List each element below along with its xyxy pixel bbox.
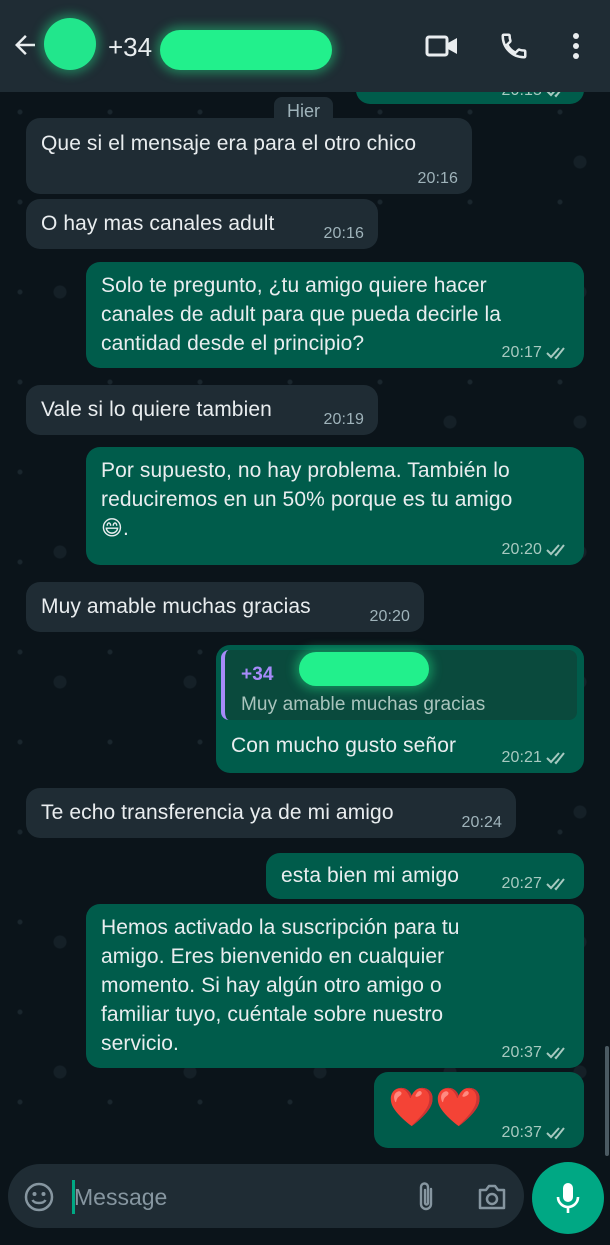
message-bubble-incoming[interactable]: Que si el mensaje era para el otro chico…: [26, 118, 472, 194]
message-time: 20:27: [501, 875, 542, 892]
message-meta: 20:37: [501, 1044, 570, 1062]
phone-icon: [501, 33, 527, 59]
double-check-icon: [546, 1127, 565, 1140]
message-bubble-incoming[interactable]: O hay mas canales adult 20:16: [26, 199, 378, 249]
double-check-icon: [546, 1047, 565, 1060]
message-meta: 20:20: [501, 541, 570, 559]
double-check-icon: [546, 347, 565, 360]
double-check-icon: [546, 878, 565, 891]
message-list[interactable]: 20:15 Hier Que si el mensaje era para el…: [0, 92, 610, 1160]
message-meta: 20:16: [323, 225, 364, 243]
contact-name-redaction: [160, 30, 332, 70]
chat-header: +34: [0, 0, 610, 92]
message-bubble-incoming[interactable]: Muy amable muchas gracias 20:20: [26, 582, 424, 632]
avatar[interactable]: [44, 18, 96, 70]
attach-button[interactable]: [410, 1180, 444, 1214]
quote-author-redaction: [299, 652, 429, 686]
message-text: Vale si lo quiere tambien: [41, 398, 272, 421]
contact-name[interactable]: +34: [108, 32, 152, 63]
voice-message-button[interactable]: [532, 1162, 604, 1234]
message-text: esta bien mi amigo: [281, 864, 460, 887]
camera-button[interactable]: [474, 1180, 510, 1214]
message-meta: 20:19: [323, 411, 364, 429]
message-meta: 20:17: [501, 344, 570, 362]
message-meta: 20:15: [501, 92, 570, 100]
video-call-button[interactable]: [424, 28, 460, 64]
message-meta: 20:27: [501, 875, 570, 893]
quoted-message[interactable]: +34 Muy amable muchas gracias: [221, 650, 577, 720]
message-bubble-outgoing[interactable]: Por supuesto, no hay problema. También l…: [86, 447, 584, 565]
mic-icon: [556, 1183, 580, 1213]
message-time: 20:17: [501, 344, 542, 361]
voice-call-button[interactable]: [496, 28, 532, 64]
message-bubble-outgoing[interactable]: esta bien mi amigo 20:27: [266, 853, 584, 899]
composer-bar: Message: [0, 1160, 610, 1245]
message-meta: 20:16: [417, 170, 458, 188]
attach-icon: [419, 1182, 433, 1211]
double-check-icon: [546, 544, 565, 557]
message-bubble-incoming[interactable]: Vale si lo quiere tambien 20:19: [26, 385, 378, 435]
emoji-icon: [24, 1182, 54, 1212]
message-text: Con mucho gusto señor: [231, 734, 457, 757]
message-time: 20:16: [417, 170, 458, 187]
message-text: ❤️❤️: [388, 1087, 483, 1129]
message-text: Por supuesto, no hay problema. También l…: [101, 459, 513, 540]
quote-author: +34: [241, 664, 274, 685]
message-time: 20:21: [501, 749, 542, 766]
double-check-icon: [546, 752, 565, 765]
video-call-icon: [425, 35, 457, 57]
message-time: 20:24: [461, 814, 502, 831]
message-meta: 20:21: [501, 749, 570, 767]
message-time: 20:16: [323, 225, 364, 242]
message-text: Te echo transferencia ya de mi amigo: [41, 801, 394, 824]
back-arrow-icon: [15, 35, 35, 55]
message-text: Hemos activado la suscripción para tu am…: [101, 916, 460, 1055]
message-bubble-outgoing[interactable]: Solo te pregunto, ¿tu amigo quiere hacer…: [86, 262, 584, 368]
message-time: 20:37: [501, 1124, 542, 1141]
double-check-icon: [546, 92, 561, 98]
message-time: 20:19: [323, 411, 364, 428]
back-button[interactable]: [8, 28, 42, 62]
message-meta: 20:24: [461, 814, 502, 832]
message-text: Solo te pregunto, ¿tu amigo quiere hacer…: [101, 274, 501, 355]
message-time: 20:20: [501, 541, 542, 558]
message-time: 20:37: [501, 1044, 542, 1061]
scrollbar[interactable]: [605, 1046, 609, 1156]
message-placeholder: Message: [74, 1184, 168, 1210]
quote-text: Muy amable muchas gracias: [241, 694, 486, 715]
message-bubble-outgoing[interactable]: Hemos activado la suscripción para tu am…: [86, 904, 584, 1068]
more-options-button[interactable]: [560, 28, 592, 64]
message-text: Muy amable muchas gracias: [41, 595, 311, 618]
message-bubble-outgoing[interactable]: ❤️❤️ 20:37: [374, 1072, 584, 1148]
message-input[interactable]: Message: [8, 1164, 524, 1228]
message-bubble-outgoing-reply[interactable]: +34 Muy amable muchas gracias Con mucho …: [216, 645, 584, 773]
message-text: O hay mas canales adult: [41, 212, 275, 235]
emoji-button[interactable]: [22, 1180, 56, 1214]
camera-icon: [478, 1184, 506, 1210]
message-time: 20:15: [501, 92, 542, 100]
message-text: Que si el mensaje era para el otro chico: [41, 132, 417, 155]
message-meta: 20:20: [369, 608, 410, 626]
message-bubble-incoming[interactable]: Te echo transferencia ya de mi amigo 20:…: [26, 788, 516, 838]
more-vertical-icon: [573, 33, 579, 59]
message-time: 20:20: [369, 608, 410, 625]
message-meta: 20:37: [501, 1124, 570, 1142]
message-bubble-outgoing[interactable]: 20:15: [356, 92, 584, 104]
